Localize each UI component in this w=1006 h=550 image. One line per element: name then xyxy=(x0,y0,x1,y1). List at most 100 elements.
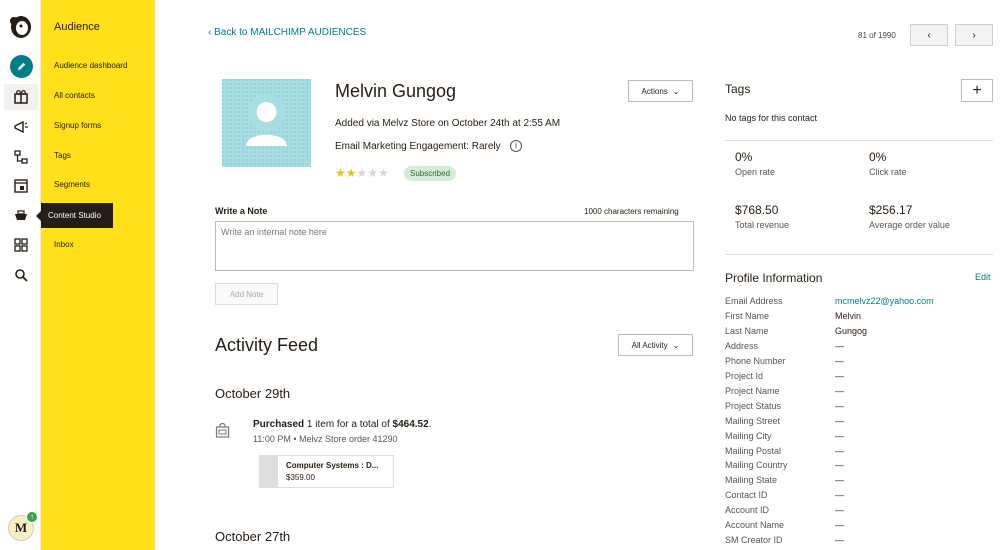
divider xyxy=(725,140,993,141)
profile-field-value: — xyxy=(835,370,844,381)
back-to-audiences-link[interactable]: ‹ Back to MAILCHIMP AUDIENCES xyxy=(208,27,366,38)
click-rate-label: Click rate xyxy=(869,167,907,177)
website-icon[interactable] xyxy=(11,176,31,196)
profile-field-label: Project Status xyxy=(725,400,782,411)
purchased-product-card[interactable]: Computer Systems : D... $359.00 xyxy=(259,455,394,488)
back-link-label: Back to MAILCHIMP AUDIENCES xyxy=(214,27,367,38)
activity-filter-label: All Activity xyxy=(631,340,668,350)
content-studio-icon[interactable] xyxy=(11,206,31,226)
star-icon[interactable]: ★ xyxy=(335,166,346,180)
activity-date-heading: October 29th xyxy=(215,386,291,401)
profile-field-label: Mailing Country xyxy=(725,460,788,471)
purchase-detail: 1 item for a total of xyxy=(304,419,393,430)
tags-title: Tags xyxy=(725,82,751,96)
profile-field-label: Last Name xyxy=(725,325,769,336)
submenu-item-segments[interactable]: Segments xyxy=(54,180,90,189)
chevron-right-icon: › xyxy=(972,29,976,41)
divider xyxy=(725,254,993,255)
average-order-label: Average order value xyxy=(869,220,950,230)
profile-field-label: Address xyxy=(725,340,759,351)
profile-field-value: — xyxy=(835,340,844,351)
previous-contact-button[interactable]: ‹ xyxy=(910,24,948,46)
note-title: Write a Note xyxy=(215,206,268,216)
next-contact-button[interactable]: › xyxy=(955,24,993,46)
purchase-meta: 11:00 PM • Melvz Store order 41290 xyxy=(253,434,398,444)
total-revenue-label: Total revenue xyxy=(735,220,790,230)
profile-field-label: Email Address xyxy=(725,296,783,306)
automations-icon[interactable] xyxy=(11,147,31,167)
note-characters-remaining: 1000 characters remaining xyxy=(584,207,679,216)
profile-field-value: — xyxy=(835,385,844,396)
note-input[interactable] xyxy=(215,221,694,271)
pager-count: 81 of 1990 xyxy=(858,31,896,40)
profile-field-value: — xyxy=(835,490,844,501)
actions-dropdown-button[interactable]: Actions ⌄ xyxy=(628,80,693,102)
submenu-item-inbox[interactable]: Inbox xyxy=(54,240,74,249)
star-icon[interactable]: ★ xyxy=(367,166,378,180)
chevron-down-icon: ⌄ xyxy=(672,340,680,350)
profile-field-label: Contact ID xyxy=(725,490,768,501)
product-name: Computer Systems : D... xyxy=(286,461,379,470)
profile-field-label: Mailing State xyxy=(725,475,778,486)
contact-avatar-placeholder xyxy=(222,79,311,167)
avatar-letter: M xyxy=(14,520,28,535)
purchase-activity-text: Purchased 1 item for a total of $464.52. xyxy=(253,419,431,430)
purchase-period: . xyxy=(428,419,432,430)
edit-profile-link[interactable]: Edit xyxy=(975,272,991,282)
profile-field-label: Mailing Postal xyxy=(725,445,782,456)
contact-rating-stars: ★★★★★ xyxy=(335,166,389,180)
product-price: $359.00 xyxy=(286,473,315,482)
campaigns-megaphone-icon[interactable] xyxy=(11,117,31,137)
chevron-left-icon: ‹ xyxy=(927,29,931,41)
activity-date-heading: October 27th xyxy=(215,529,291,544)
star-icon[interactable]: ★ xyxy=(346,166,357,180)
submenu-title: Audience xyxy=(54,21,100,33)
submenu-item-tags[interactable]: Tags xyxy=(54,151,71,160)
profile-field-value: — xyxy=(835,535,844,546)
profile-field-value: — xyxy=(835,400,844,411)
content-studio-tooltip: Content Studio xyxy=(36,203,113,228)
no-tags-message: No tags for this contact xyxy=(725,113,818,123)
profile-field-value: — xyxy=(835,445,844,456)
star-icon[interactable]: ★ xyxy=(378,166,389,180)
purchase-amount: $464.52 xyxy=(392,419,429,430)
profile-field-value: Gungog xyxy=(835,325,868,336)
info-icon[interactable]: i xyxy=(510,140,522,152)
open-rate-label: Open rate xyxy=(735,167,776,177)
purchase-action: Purchased xyxy=(253,419,305,430)
submenu-item-signup-forms[interactable]: Signup forms xyxy=(54,121,101,130)
profile-field-value: — xyxy=(835,355,844,366)
audience-icon[interactable] xyxy=(11,87,31,107)
default-person-icon xyxy=(222,79,311,167)
activity-filter-dropdown[interactable]: All Activity ⌄ xyxy=(618,334,693,356)
profile-field-label: SM Creator ID xyxy=(725,535,783,546)
create-pencil-icon[interactable] xyxy=(10,55,33,78)
submenu-item-audience-dashboard[interactable]: Audience dashboard xyxy=(54,61,127,70)
profile-field-label: Phone Number xyxy=(725,355,786,366)
profile-field-value: — xyxy=(835,475,844,486)
profile-field-label: Account ID xyxy=(725,505,770,516)
mailchimp-logo-icon[interactable] xyxy=(8,12,34,40)
profile-field-value: — xyxy=(835,430,844,441)
open-rate-value: 0% xyxy=(735,150,753,164)
shopping-bag-icon xyxy=(215,423,230,438)
average-order-value: $256.17 xyxy=(869,203,913,217)
profile-field-label: Account Name xyxy=(725,520,785,531)
icon-rail: M ↑ xyxy=(0,0,41,550)
avatar-upgrade-badge: ↑ xyxy=(26,511,38,523)
profile-field-value: — xyxy=(835,505,844,516)
audience-submenu: Audience Audience dashboard All contacts… xyxy=(41,0,155,550)
integrations-grid-icon[interactable] xyxy=(11,235,31,255)
engagement-level: Email Marketing Engagement: Rarely xyxy=(335,141,501,152)
search-icon[interactable] xyxy=(11,265,31,285)
submenu-item-all-contacts[interactable]: All contacts xyxy=(54,91,95,100)
email-address-link[interactable]: mcmelvz22@yahoo.com xyxy=(835,296,934,306)
add-tag-button[interactable]: + xyxy=(961,79,993,102)
star-icon[interactable]: ★ xyxy=(357,166,368,180)
add-note-button[interactable]: Add Note xyxy=(215,283,278,305)
profile-field-label: Project Name xyxy=(725,385,780,396)
contact-name: Melvin Gungog xyxy=(335,81,457,101)
profile-field-label: Project Id xyxy=(725,370,764,381)
chevron-down-icon: ⌄ xyxy=(672,86,680,96)
plus-icon: + xyxy=(972,81,982,99)
